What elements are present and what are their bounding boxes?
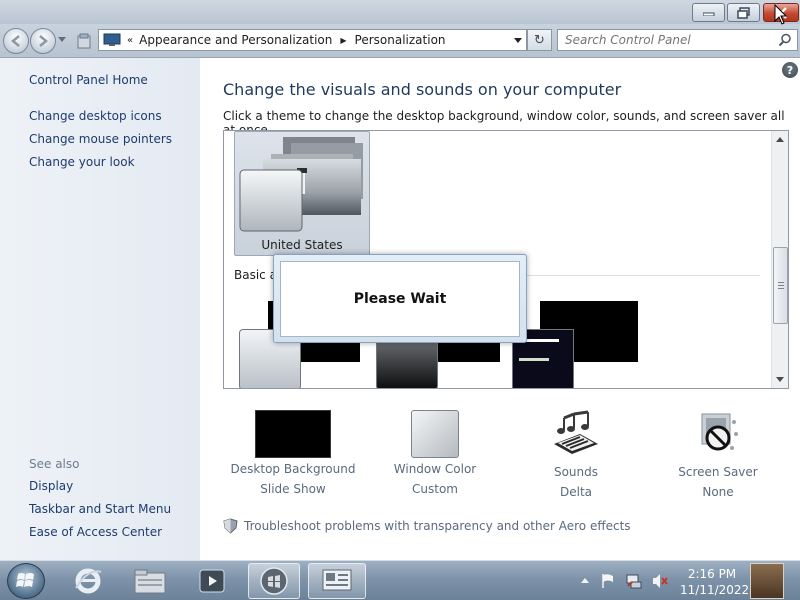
change-your-look-link[interactable]: Change your look [29, 155, 135, 169]
theme-settings-row: Desktop Background Slide Show Window Col… [200, 400, 800, 520]
notification-area [580, 571, 668, 591]
ease-of-access-center-link[interactable]: Ease of Access Center [29, 525, 162, 539]
internet-explorer-icon [75, 568, 102, 594]
recent-pages-chevron-icon[interactable] [58, 37, 66, 42]
please-wait-message: Please Wait [280, 261, 520, 337]
clock-date: 11/11/2022 [680, 583, 750, 597]
theme-gallery-scrollbar[interactable] [771, 131, 788, 388]
sounds-value: Delta [559, 485, 592, 499]
troubleshoot-link[interactable]: Troubleshoot problems with transparency … [223, 518, 631, 534]
desktop-background-title: Desktop Background [230, 462, 356, 476]
page-title: Change the visuals and sounds on your co… [223, 80, 622, 99]
screen-saver-value: None [702, 485, 734, 499]
refresh-icon: ↻ [534, 32, 545, 48]
screen-saver-option[interactable]: Screen Saver None [648, 410, 788, 499]
mouse-cursor-icon [774, 4, 788, 25]
scrollbar-grip-icon [778, 282, 784, 289]
breadcrumb-separator-icon[interactable]: ▶ [340, 36, 346, 45]
minimize-button[interactable] [692, 3, 725, 22]
taskbar-start-menu-link[interactable]: Taskbar and Start Menu [29, 502, 171, 516]
windows-logo-icon [16, 573, 34, 587]
back-button[interactable] [3, 28, 29, 54]
refresh-button[interactable]: ↻ [527, 29, 552, 51]
title-bar [0, 0, 800, 24]
show-hidden-icons-icon[interactable] [580, 576, 590, 586]
restore-icon [728, 4, 759, 21]
screen-saver-icon [701, 413, 738, 451]
change-desktop-icons-link[interactable]: Change desktop icons [29, 109, 162, 123]
user-picture-thumbnail[interactable] [750, 563, 784, 599]
shield-icon [223, 518, 238, 534]
media-player-icon [199, 569, 225, 593]
window-color-icon [411, 410, 459, 458]
taskbar-windows-explorer[interactable] [124, 563, 176, 599]
back-arrow-icon [11, 35, 20, 47]
scroll-down-arrow-icon[interactable] [776, 377, 784, 382]
control-panel-taskbar-icon [322, 569, 352, 591]
help-icon[interactable]: ? [782, 62, 798, 78]
desktop-background-value: Slide Show [260, 482, 326, 496]
taskbar-clock[interactable]: 2:16 PM 11/11/2022 [680, 566, 750, 598]
start-button[interactable] [7, 563, 45, 599]
clock-time: 2:16 PM [687, 567, 737, 581]
control-panel-home-link[interactable]: Control Panel Home [29, 73, 148, 87]
address-bar[interactable]: « Appearance and Personalization ▶ Perso… [98, 29, 527, 51]
sounds-title: Sounds [553, 465, 599, 479]
display-link[interactable]: Display [29, 479, 73, 493]
navigation-bar: « Appearance and Personalization ▶ Perso… [0, 24, 800, 58]
window-color-value: Custom [412, 482, 458, 496]
theme-preview-image [239, 137, 363, 232]
network-icon[interactable] [626, 573, 642, 589]
taskbar-personalization-window[interactable] [248, 563, 300, 599]
change-mouse-pointers-link[interactable]: Change mouse pointers [29, 132, 172, 146]
breadcrumb-appearance[interactable]: Appearance and Personalization [139, 33, 332, 47]
help-glyph: ? [786, 63, 794, 77]
desktop-background-option[interactable]: Desktop Background Slide Show [223, 410, 363, 496]
address-dropdown-icon[interactable] [514, 38, 522, 43]
taskbar-media-player[interactable] [186, 563, 238, 599]
forward-arrow-icon [39, 35, 48, 47]
control-panel-icon [103, 33, 121, 46]
screen-saver-title: Screen Saver [678, 465, 758, 479]
breadcrumb-personalization[interactable]: Personalization [355, 33, 446, 47]
sounds-option[interactable]: Sounds Delta [506, 410, 646, 499]
personalization-icon [260, 567, 288, 595]
action-center-flag-icon[interactable] [600, 573, 616, 589]
folder-icon [134, 569, 166, 594]
minimize-icon [693, 4, 724, 21]
search-icon[interactable] [778, 33, 792, 47]
theme-name-label: United States [261, 238, 343, 252]
forward-button[interactable] [30, 28, 56, 54]
theme-united-states[interactable]: United States [234, 131, 370, 256]
search-input[interactable] [558, 30, 768, 50]
scrollbar-thumb[interactable] [773, 247, 788, 324]
desktop-background-icon [255, 410, 331, 458]
troubleshoot-text: Troubleshoot problems with transparency … [244, 519, 631, 533]
taskbar-control-panel[interactable] [308, 563, 366, 599]
breadcrumb-overflow-chevron[interactable]: « [127, 35, 133, 46]
sounds-icon [554, 410, 598, 454]
thumb-text-line [519, 358, 549, 361]
window-color-title: Window Color [393, 462, 477, 476]
control-panel-up-icon[interactable] [76, 32, 92, 50]
please-wait-dialog: Please Wait [273, 254, 527, 343]
search-box[interactable] [557, 29, 798, 51]
taskbar: 2:16 PM 11/11/2022 [0, 560, 800, 600]
taskbar-internet-explorer[interactable] [62, 563, 114, 599]
restore-button[interactable] [727, 3, 760, 22]
scroll-up-arrow-icon[interactable] [776, 137, 784, 142]
window-color-option[interactable]: Window Color Custom [365, 410, 505, 496]
left-task-pane: Control Panel Home Change desktop icons … [0, 58, 200, 560]
see-also-label: See also [29, 457, 80, 471]
volume-muted-icon[interactable] [652, 573, 668, 589]
